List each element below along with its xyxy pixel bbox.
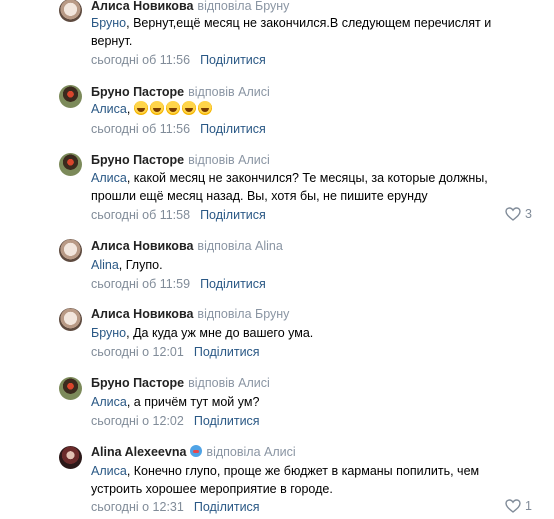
comment-text: Алиса, какой месяц не закончился? Те мес… bbox=[91, 169, 521, 205]
comment-text: Алиса, bbox=[91, 100, 521, 118]
comment-author[interactable]: Бруно Пасторе bbox=[91, 85, 184, 99]
comment-body: , Да куда уж мне до вашего ума. bbox=[126, 326, 314, 340]
comment-body: , Глупо. bbox=[118, 258, 163, 272]
share-button[interactable]: Поділитися bbox=[200, 122, 266, 136]
share-button[interactable]: Поділитися bbox=[200, 277, 266, 291]
mention-link[interactable]: Бруно bbox=[91, 16, 126, 30]
heart-icon bbox=[505, 207, 521, 221]
reply-to-link[interactable]: відповів Алисі bbox=[188, 153, 270, 167]
mention-link[interactable]: Алиса bbox=[91, 102, 127, 116]
user-avatar-icon[interactable] bbox=[59, 239, 82, 262]
comment-time[interactable]: сьогодні о 12:01 bbox=[91, 345, 184, 359]
comment-text: Alina, Глупо. bbox=[91, 256, 521, 274]
user-avatar-icon[interactable] bbox=[59, 85, 82, 108]
reply-to-link[interactable]: відповіла Бруну bbox=[197, 307, 289, 321]
user-avatar-icon[interactable] bbox=[59, 446, 82, 469]
like-button[interactable]: 3 bbox=[505, 207, 532, 221]
comment-text: Бруно, Да куда уж мне до вашего ума. bbox=[91, 324, 521, 342]
comment-body: , Конечно глупо, проще же бюджет в карма… bbox=[91, 464, 480, 496]
share-button[interactable]: Поділитися bbox=[200, 208, 266, 222]
rolling-laughing-emoji-icon bbox=[165, 101, 180, 115]
comment-text: Бруно, Вернут,ещё месяц не закончился.В … bbox=[91, 14, 521, 50]
reply-to-link[interactable]: відповіла Бруну bbox=[197, 0, 289, 13]
share-button[interactable]: Поділитися bbox=[194, 414, 260, 428]
share-button[interactable]: Поділитися bbox=[200, 53, 266, 67]
rolling-laughing-emoji-icon bbox=[181, 101, 196, 115]
user-avatar-icon[interactable] bbox=[59, 377, 82, 400]
rolling-laughing-emoji-icon bbox=[149, 101, 164, 115]
captain-america-shield-icon bbox=[190, 445, 203, 457]
comment-body: , а причём тут мой ум? bbox=[126, 395, 260, 409]
comment-author[interactable]: Alina Alexeevna bbox=[91, 445, 186, 459]
share-button[interactable]: Поділитися bbox=[194, 345, 260, 359]
comment-time[interactable]: сьогодні об 11:59 bbox=[91, 277, 190, 291]
user-avatar-icon[interactable] bbox=[59, 153, 82, 176]
comment-author[interactable]: Алиса Новикова bbox=[91, 0, 193, 13]
mention-link[interactable]: Alina bbox=[91, 258, 119, 272]
comment-body: , Вернут,ещё месяц не закончился.В следу… bbox=[91, 16, 492, 48]
reply-to-link[interactable]: відповіла Алисі bbox=[206, 445, 295, 459]
comment-time[interactable]: сьогодні о 12:02 bbox=[91, 414, 184, 428]
reply-to-link[interactable]: відповів Алисі bbox=[188, 376, 270, 390]
heart-icon bbox=[505, 499, 521, 513]
share-button[interactable]: Поділитися bbox=[194, 500, 260, 514]
comment-time[interactable]: сьогодні о 12:31 bbox=[91, 500, 184, 514]
like-button[interactable]: 1 bbox=[505, 499, 532, 513]
comment-text: Алиса, а причём тут мой ум? bbox=[91, 393, 521, 411]
comment-body: , какой месяц не закончился? Те месяцы, … bbox=[91, 171, 488, 203]
mention-link[interactable]: Алиса bbox=[91, 171, 127, 185]
comment-body: , bbox=[126, 102, 131, 116]
mention-link[interactable]: Бруно bbox=[91, 326, 126, 340]
comment-text: Алиса, Конечно глупо, проще же бюджет в … bbox=[91, 462, 521, 498]
user-avatar-icon[interactable] bbox=[59, 308, 82, 331]
comment-author[interactable]: Алиса Новикова bbox=[91, 307, 193, 321]
mention-link[interactable]: Алиса bbox=[91, 464, 127, 478]
emoji-row bbox=[133, 101, 214, 116]
reply-to-link[interactable]: відповіла Alina bbox=[197, 239, 282, 253]
rolling-laughing-emoji-icon bbox=[197, 101, 212, 115]
mention-link[interactable]: Алиса bbox=[91, 395, 127, 409]
comment-time[interactable]: сьогодні об 11:58 bbox=[91, 208, 190, 222]
rolling-laughing-emoji-icon bbox=[133, 101, 148, 115]
comment-author[interactable]: Бруно Пасторе bbox=[91, 376, 184, 390]
user-avatar-icon[interactable] bbox=[59, 0, 82, 22]
reply-to-link[interactable]: відповів Алисі bbox=[188, 85, 270, 99]
comment-time[interactable]: сьогодні об 11:56 bbox=[91, 122, 190, 136]
like-count: 1 bbox=[525, 499, 532, 513]
comment-author[interactable]: Бруно Пасторе bbox=[91, 153, 184, 167]
comment-author[interactable]: Алиса Новикова bbox=[91, 239, 193, 253]
like-count: 3 bbox=[525, 207, 532, 221]
comment-time[interactable]: сьогодні об 11:56 bbox=[91, 53, 190, 67]
